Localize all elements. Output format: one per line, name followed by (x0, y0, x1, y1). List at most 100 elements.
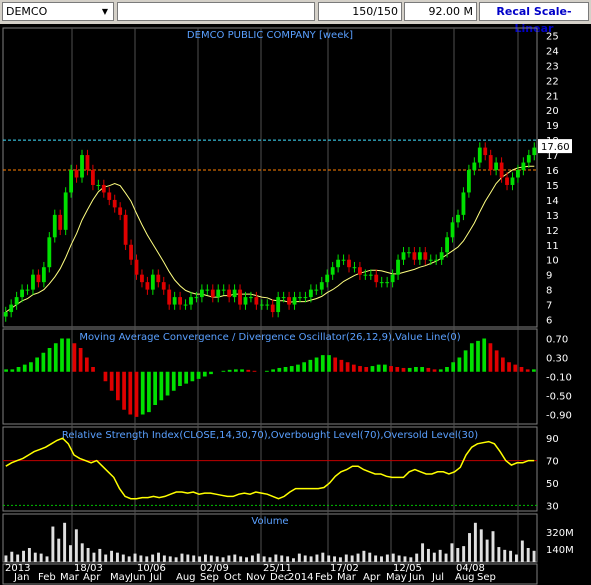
candle-body (347, 259, 351, 268)
price-tick-label: 6 (546, 316, 552, 327)
candle-body (319, 282, 324, 290)
candle-body (428, 259, 433, 261)
candle-body (494, 162, 499, 171)
volume-tick-label: 320M (546, 528, 574, 539)
price-tick-label: 10 (546, 256, 559, 267)
panel-frame-macd (2, 328, 538, 425)
candle-body (52, 214, 57, 238)
month-tick-label: Jun (408, 572, 425, 583)
chevron-down-icon[interactable]: ▼ (98, 4, 112, 19)
bars-count-field: 150/150 (318, 2, 402, 21)
candle-body (36, 274, 41, 283)
candle-body (265, 304, 270, 306)
symbol-selector[interactable]: DEMCO ▼ (2, 2, 114, 21)
candle-body (25, 289, 30, 291)
month-tick-label: Oct (224, 572, 241, 583)
candle-body (521, 162, 526, 171)
macd-tick-label: -0.50 (546, 392, 572, 403)
macd-tick-label: -0.90 (546, 411, 572, 422)
candle-body (516, 170, 520, 178)
candle-body (412, 252, 417, 260)
candle-body (112, 199, 117, 208)
candle-body (20, 289, 24, 298)
candle-body (227, 289, 232, 298)
month-tick-label: Dec (270, 572, 289, 583)
candle-body (287, 297, 291, 305)
candle-body (189, 297, 193, 305)
candle-body (74, 170, 79, 178)
candle-body (298, 297, 302, 299)
price-tick-label: 19 (546, 121, 559, 132)
candle-body (216, 289, 221, 298)
candle-body (58, 214, 63, 230)
rsi-panel: Relative Strength Index(CLOSE,14,30,70),… (3, 430, 559, 512)
candle-body (461, 192, 466, 215)
candle-body (205, 289, 210, 291)
toolbar-field-blank-1[interactable] (117, 2, 315, 21)
candle-body (101, 184, 106, 193)
candle-body (270, 304, 275, 313)
macd-tick-label: -0.10 (546, 373, 572, 384)
candle-body (47, 237, 52, 268)
price-tick-label: 9 (546, 271, 552, 282)
price-tick-label: 23 (546, 61, 559, 72)
candle-body (434, 259, 439, 261)
candle-body (483, 147, 488, 156)
candle-body (477, 147, 482, 163)
month-tick-label: Mar (337, 572, 357, 583)
candle-body (150, 274, 155, 290)
candle-body (129, 244, 133, 260)
candle-body (232, 289, 237, 298)
candle-body (156, 274, 161, 283)
candle-body (281, 297, 286, 299)
candle-body (85, 155, 90, 171)
candle-body (69, 170, 74, 193)
candle-body (118, 207, 123, 215)
candle-body (407, 252, 411, 254)
candle-body (423, 252, 428, 260)
volume-chart-title: Volume (251, 516, 288, 527)
candle-body (292, 297, 297, 305)
month-tick-label: 2014 (288, 572, 313, 583)
price-tick-label: 13 (546, 211, 559, 222)
candle-body (3, 312, 8, 317)
volume-field: 92.00 M (404, 2, 477, 21)
candle-body (259, 304, 264, 306)
candle-body (199, 289, 204, 298)
candle-body (456, 214, 460, 223)
volume-panel: Volume 320M 140M (4, 516, 574, 562)
price-chart-title: DEMCO PUBLIC COMPANY [week] (187, 30, 353, 41)
candle-body (140, 274, 144, 283)
month-tick-label: Jan (13, 572, 29, 583)
price-tick-label: 7 (546, 301, 552, 312)
price-tick-label: 20 (546, 106, 559, 117)
candle-body (194, 297, 199, 299)
candle-body (368, 274, 373, 276)
candle-body (532, 147, 537, 156)
chart-area: DEMCO PUBLIC COMPANY [week] 2524232221201… (2, 27, 574, 585)
rsi-line (5, 437, 535, 500)
month-tick-label: May (110, 572, 131, 583)
toolbar: DEMCO ▼ 150/150 92.00 M Recal Scale-Line… (0, 0, 591, 35)
candle-body (341, 259, 346, 261)
candle-body (210, 289, 215, 298)
candle-body (363, 274, 368, 276)
month-tick-label: Nov (246, 572, 266, 583)
moving-average-line (5, 165, 535, 313)
candle-body (358, 267, 362, 275)
price-tick-label: 11 (546, 241, 559, 252)
candle-body (123, 214, 128, 245)
candle-body (31, 274, 35, 290)
month-tick-label: Aug (176, 572, 196, 583)
month-tick-label: Feb (38, 572, 56, 583)
candle-body (145, 282, 150, 290)
candle-body (183, 304, 188, 306)
candle-body (401, 252, 406, 260)
candle-body (510, 177, 515, 185)
last-price-label: 17.60 (541, 142, 570, 153)
candle-body (330, 267, 335, 275)
candle-body (161, 282, 166, 290)
recal-scale-button[interactable]: Recal Scale-Linear (479, 2, 589, 35)
price-tick-label: 22 (546, 76, 559, 87)
candle-body (249, 297, 253, 299)
